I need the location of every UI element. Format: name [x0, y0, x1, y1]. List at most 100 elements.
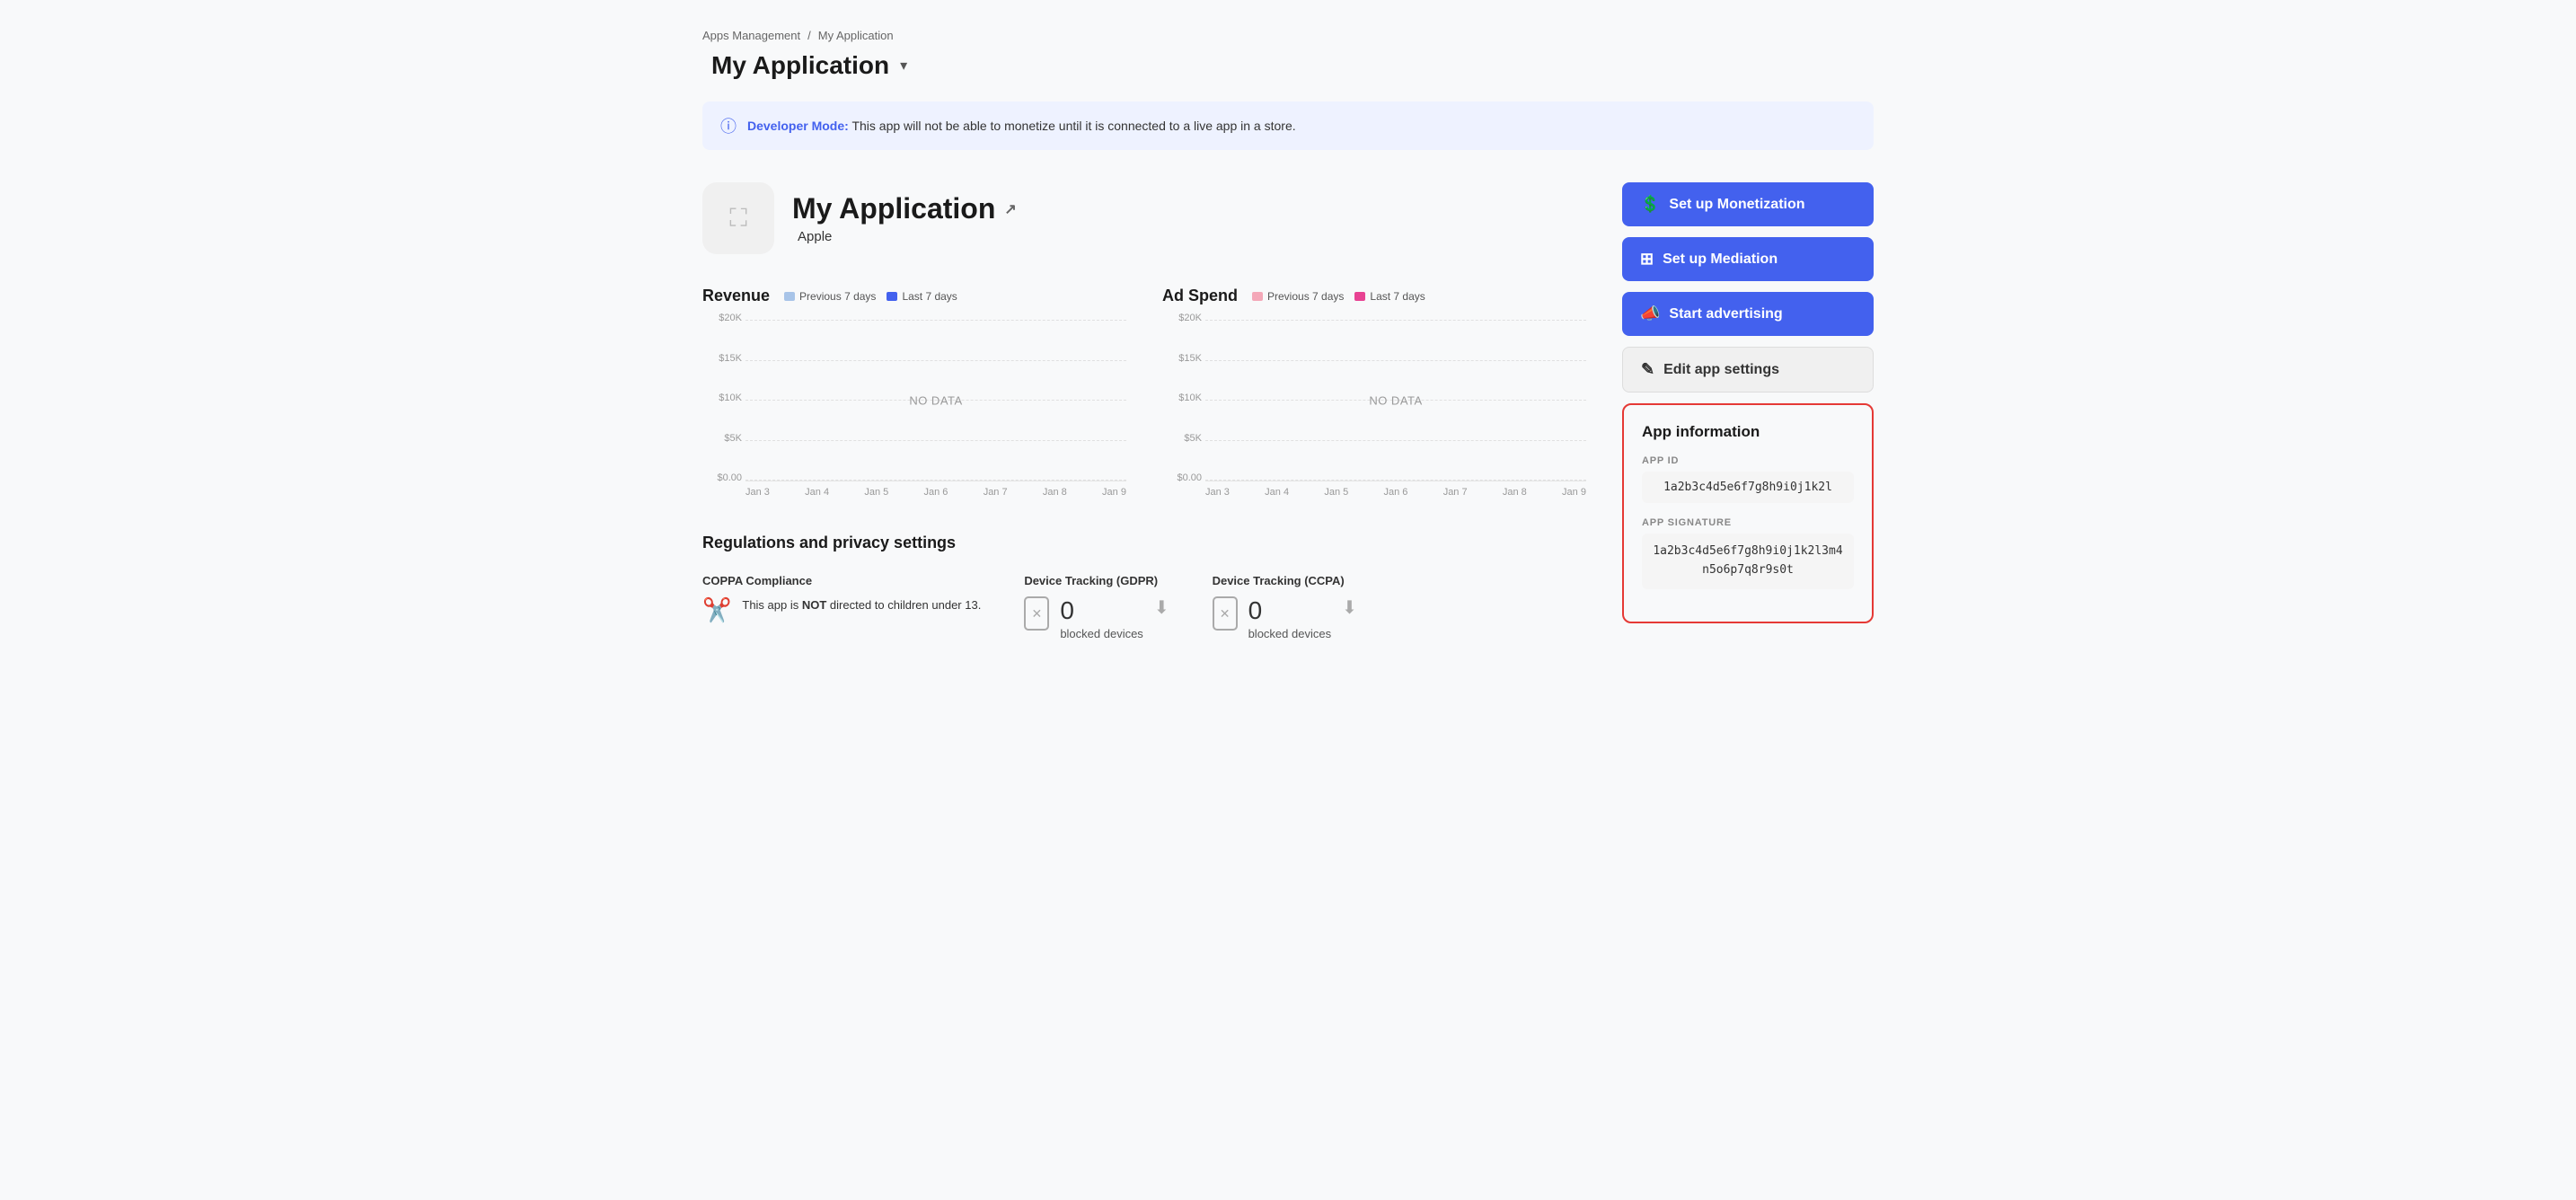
title-row: My Application ▾	[702, 51, 1874, 80]
ccpa-sublabel: blocked devices	[1248, 627, 1332, 640]
x-label: Jan 6	[924, 487, 948, 498]
gridline: $20K	[745, 320, 1126, 321]
app-icon-placeholder: ⛶	[702, 182, 774, 254]
app-info-text: My Application ↗ Apple	[792, 192, 1017, 244]
chevron-down-icon[interactable]: ▾	[900, 57, 907, 75]
app-id-label: APP ID	[1642, 455, 1854, 466]
gridline-label: $5K	[708, 433, 742, 444]
gridline-label: $0.00	[708, 472, 742, 483]
x-label: Jan 9	[1562, 487, 1586, 498]
ad-spend-legend-prev: Previous 7 days	[1252, 290, 1344, 303]
app-information-card: App information APP ID 1a2b3c4d5e6f7g8h9…	[1622, 403, 1874, 623]
gridline: $20K	[1205, 320, 1586, 321]
gridline-label: $20K	[708, 313, 742, 323]
x-label: Jan 7	[984, 487, 1008, 498]
revenue-x-axis: Jan 3 Jan 4 Jan 5 Jan 6 Jan 7 Jan 8 Jan …	[745, 481, 1126, 498]
developer-mode-label: Developer Mode:	[747, 119, 849, 133]
coppa-content: ✂️ This app is NOT directed to children …	[702, 596, 981, 624]
edit-app-settings-button[interactable]: ✎ Edit app settings	[1622, 347, 1874, 393]
gridline: $5K	[745, 440, 1126, 441]
app-name-heading: My Application ↗	[792, 192, 1017, 225]
last-ad-dot	[1354, 292, 1365, 301]
developer-mode-body: This app will not be able to monetize un…	[849, 119, 1296, 133]
ad-spend-last-label: Last 7 days	[1370, 290, 1425, 303]
edit-icon: ✎	[1641, 360, 1654, 379]
breadcrumb-parent-link[interactable]: Apps Management	[702, 29, 800, 42]
gdpr-count-area: 0 blocked devices	[1060, 596, 1143, 640]
revenue-chart: Revenue Previous 7 days Last 7 days	[702, 287, 1126, 498]
app-info-card-title: App information	[1642, 423, 1854, 441]
gdpr-tracking: Device Tracking (GDPR) ✕ 0 blocked devic…	[1024, 574, 1169, 640]
dollar-icon: 💲	[1640, 195, 1660, 214]
x-label: Jan 8	[1043, 487, 1067, 498]
phone-icon: ✕	[1213, 596, 1238, 631]
x-label: Jan 7	[1443, 487, 1468, 498]
gridline-label: $0.00	[1168, 472, 1202, 483]
coppa-icon: ✂️	[702, 596, 731, 624]
monetization-btn-label: Set up Monetization	[1669, 197, 1804, 213]
ad-spend-legend-last: Last 7 days	[1354, 290, 1425, 303]
ad-spend-chart-area: $20K $15K $10K $5K $0.00 NO DATA	[1205, 320, 1586, 481]
ccpa-content: ✕ 0 blocked devices ⬇	[1213, 596, 1357, 640]
main-content: ⛶ My Application ↗ Apple	[702, 182, 1586, 640]
gridline: $15K	[745, 360, 1126, 361]
gridline-label: $5K	[1168, 433, 1202, 444]
revenue-chart-area: $20K $15K $10K $5K $0.00 NO DATA	[745, 320, 1126, 481]
x-icon: ✕	[1220, 606, 1231, 622]
coppa-text-bold: NOT	[802, 598, 826, 612]
phone-icon: ✕	[1024, 596, 1049, 631]
ad-spend-prev-label: Previous 7 days	[1267, 290, 1344, 303]
external-link-icon[interactable]: ↗	[1004, 200, 1016, 218]
breadcrumb-separator: /	[807, 29, 811, 42]
revenue-legend-last: Last 7 days	[887, 290, 957, 303]
gridline: $15K	[1205, 360, 1586, 361]
gridline-label: $15K	[1168, 353, 1202, 364]
revenue-no-data: NO DATA	[909, 393, 962, 407]
x-label: Jan 3	[745, 487, 770, 498]
prev-rev-dot	[784, 292, 795, 301]
gridline: $5K	[1205, 440, 1586, 441]
ccpa-label: Device Tracking (CCPA)	[1213, 574, 1357, 587]
revenue-last-label: Last 7 days	[902, 290, 957, 303]
app-header: ⛶ My Application ↗ Apple	[702, 182, 1586, 254]
gdpr-sublabel: blocked devices	[1060, 627, 1143, 640]
gridline-label: $20K	[1168, 313, 1202, 323]
x-label: Jan 6	[1384, 487, 1408, 498]
gridline-label: $15K	[708, 353, 742, 364]
last-rev-dot	[887, 292, 897, 301]
app-signature-value: 1a2b3c4d5e6f7g8h9i0j1k2l3m4n5o6p7q8r9s0t	[1642, 534, 1854, 589]
sidebar: 💲 Set up Monetization ⊞ Set up Mediation…	[1622, 182, 1874, 640]
setup-mediation-button[interactable]: ⊞ Set up Mediation	[1622, 237, 1874, 281]
app-store-row: Apple	[792, 229, 1017, 244]
x-label: Jan 8	[1503, 487, 1527, 498]
revenue-chart-header: Revenue Previous 7 days Last 7 days	[702, 287, 1126, 305]
start-advertising-button[interactable]: 📣 Start advertising	[1622, 292, 1874, 336]
coppa-text: This app is NOT directed to children und…	[742, 596, 981, 614]
page-title: My Application	[711, 51, 889, 80]
gdpr-content: ✕ 0 blocked devices ⬇	[1024, 596, 1169, 640]
page-container: Apps Management / My Application My Appl…	[659, 0, 1917, 669]
x-icon: ✕	[1031, 606, 1042, 622]
main-layout: ⛶ My Application ↗ Apple	[702, 182, 1874, 640]
download-icon[interactable]: ⬇	[1342, 596, 1357, 619]
revenue-prev-label: Previous 7 days	[799, 290, 876, 303]
gridline-label: $10K	[708, 393, 742, 403]
x-label: Jan 9	[1102, 487, 1126, 498]
prev-ad-dot	[1252, 292, 1263, 301]
ccpa-count: 0	[1248, 596, 1332, 625]
edit-btn-label: Edit app settings	[1663, 362, 1779, 378]
ad-spend-chart: Ad Spend Previous 7 days Last 7 days	[1162, 287, 1586, 498]
layers-icon: ⊞	[1640, 250, 1654, 269]
mediation-btn-label: Set up Mediation	[1663, 251, 1778, 268]
download-icon[interactable]: ⬇	[1154, 596, 1169, 619]
info-icon: ⓘ	[720, 114, 737, 137]
advertising-btn-label: Start advertising	[1669, 306, 1782, 322]
coppa-compliance: COPPA Compliance ✂️ This app is NOT dire…	[702, 574, 981, 640]
ccpa-count-area: 0 blocked devices	[1248, 596, 1332, 640]
setup-monetization-button[interactable]: 💲 Set up Monetization	[1622, 182, 1874, 226]
ad-spend-legend: Previous 7 days Last 7 days	[1252, 290, 1425, 303]
regulations-title: Regulations and privacy settings	[702, 534, 1586, 552]
coppa-text-post: directed to children under 13.	[826, 598, 981, 612]
ad-spend-chart-title: Ad Spend	[1162, 287, 1238, 305]
app-store-label: Apple	[798, 229, 832, 244]
